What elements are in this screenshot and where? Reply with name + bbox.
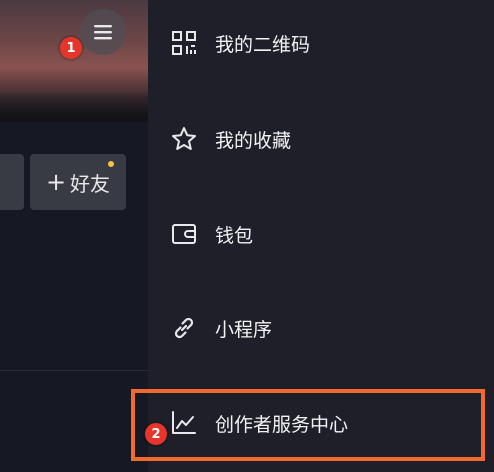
drawer-item-label: 小程序 (215, 318, 273, 341)
profile-pane: + 好友 (0, 0, 148, 472)
drawer-item-label: 我的二维码 (215, 33, 311, 56)
link-icon (170, 314, 198, 342)
step-badge-1: 1 (60, 37, 82, 59)
edit-profile-button[interactable] (0, 154, 24, 210)
star-icon (170, 125, 198, 153)
drawer-item-label: 创作者服务中心 (215, 413, 349, 436)
plus-icon: + (45, 168, 67, 196)
side-drawer: 我的二维码 我的收藏 钱包 小程序 创作者服务中心 (148, 0, 494, 472)
qr-code-icon (170, 29, 198, 57)
drawer-item-label: 钱包 (215, 224, 254, 247)
step-badge-2: 2 (145, 423, 167, 445)
notification-dot (108, 161, 114, 167)
drawer-item-favorites[interactable]: 我的收藏 (148, 109, 494, 169)
drawer-item-qr-code[interactable]: 我的二维码 (148, 13, 494, 73)
wallet-icon (170, 220, 198, 248)
chart-trend-icon (170, 409, 198, 437)
drawer-item-mini-programs[interactable]: 小程序 (148, 298, 494, 358)
hamburger-icon (94, 25, 112, 40)
drawer-item-label: 我的收藏 (215, 129, 292, 152)
add-friend-button[interactable]: + 好友 (30, 154, 126, 210)
menu-button[interactable] (80, 9, 126, 55)
drawer-item-creator-center[interactable]: 创作者服务中心 (148, 393, 494, 453)
divider (0, 370, 148, 371)
drawer-item-wallet[interactable]: 钱包 (148, 204, 494, 264)
cover-shade (0, 92, 148, 122)
add-friend-label: 好友 (70, 171, 111, 196)
